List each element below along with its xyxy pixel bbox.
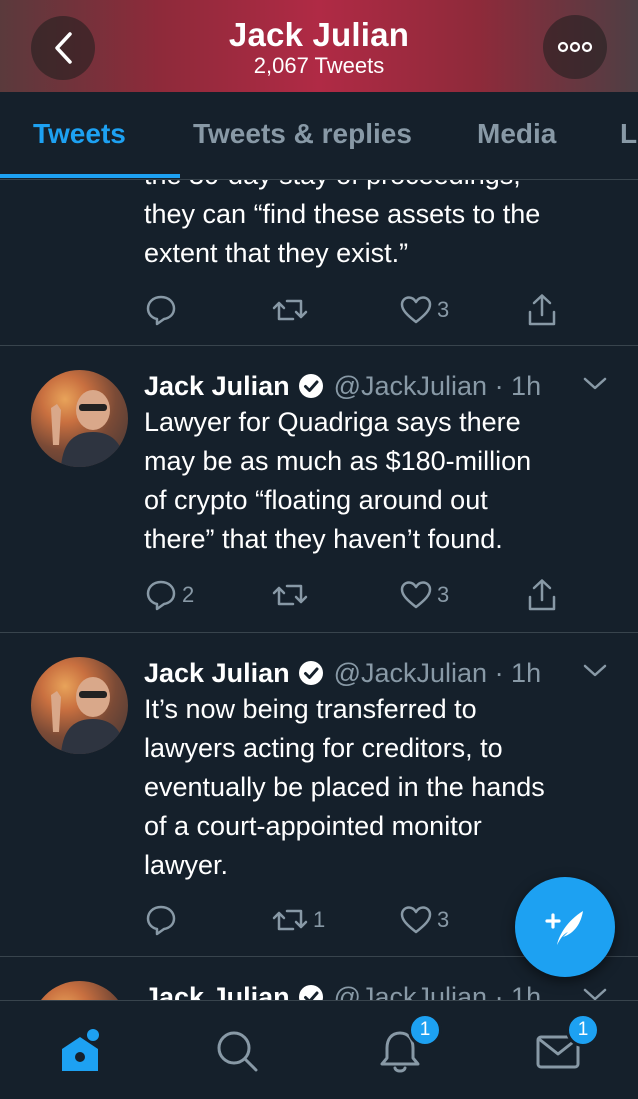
tweet-count: 2,067 Tweets [253, 53, 385, 78]
author-name[interactable]: Jack Julian [144, 371, 290, 402]
nav-home[interactable] [50, 1023, 110, 1079]
retweet-button[interactable] [271, 575, 313, 615]
share-icon [528, 294, 556, 326]
author-handle: @JackJulian · 1h [333, 370, 542, 401]
tab-likes[interactable]: Likes [620, 118, 638, 150]
tweet-header: Jack Julian @JackJulian · 1h [144, 977, 541, 1000]
author-name[interactable]: Jack Julian [144, 658, 290, 689]
like-button[interactable]: 3 [399, 900, 449, 940]
heart-icon [400, 906, 432, 934]
verified-icon [298, 984, 324, 1000]
compose-tweet-button[interactable] [515, 877, 615, 977]
compose-feather-icon [545, 911, 583, 945]
more-button[interactable] [543, 15, 607, 79]
tweet-header: Jack Julian @JackJulian · 1h [144, 653, 541, 693]
nav-search[interactable] [207, 1023, 267, 1079]
tweet-text: Lawyer for Quadriga says there may be as… [144, 407, 532, 554]
retweet-button[interactable] [271, 290, 313, 330]
share-button[interactable] [524, 290, 560, 330]
reply-icon [146, 905, 176, 936]
tab-tweets-replies[interactable]: Tweets & replies [193, 118, 412, 150]
heart-icon [400, 581, 432, 609]
author-handle: @JackJulian · 1h [333, 657, 542, 688]
author-handle: @JackJulian · 1h [333, 981, 542, 1001]
reply-icon [146, 580, 176, 611]
tweet-divider [0, 345, 638, 346]
tweet-text: the 30-day stay of proceedings, they can… [144, 180, 541, 268]
tweet-actions: 2 3 [144, 575, 624, 615]
retweet-icon [272, 299, 308, 321]
heart-icon [400, 296, 432, 324]
chevron-down-icon[interactable] [582, 376, 608, 392]
tweet-feed[interactable]: the 30-day stay of proceedings, they can… [0, 180, 638, 1000]
chevron-down-icon[interactable] [582, 987, 608, 1000]
reply-count: 2 [182, 582, 195, 607]
retweet-count: 1 [313, 907, 326, 932]
tab-media[interactable]: Media [477, 118, 556, 150]
messages-badge: 1 [566, 1013, 600, 1047]
avatar[interactable] [31, 370, 128, 467]
like-count: 3 [437, 297, 450, 322]
more-icon [557, 41, 593, 53]
profile-header: Jack Julian 2,067 Tweets [0, 0, 638, 92]
reply-icon [146, 295, 176, 326]
tweet-divider [0, 632, 638, 633]
tweet-header: Jack Julian @JackJulian · 1h [144, 366, 541, 406]
retweet-button[interactable]: 1 [271, 900, 325, 940]
share-icon [528, 579, 556, 611]
tweet[interactable]: Jack Julian @JackJulian · 1h [0, 977, 638, 1000]
profile-tabs: Tweets Tweets & replies Media Likes [0, 92, 638, 180]
tweet[interactable]: Jack Julian @JackJulian · 1h Lawyer for … [0, 366, 638, 632]
tab-tweets[interactable]: Tweets [33, 118, 126, 150]
avatar[interactable] [31, 657, 128, 754]
verified-icon [298, 660, 324, 686]
like-count: 3 [437, 582, 450, 607]
bottom-navigation: 1 1 [0, 1000, 638, 1099]
like-button[interactable]: 3 [399, 290, 449, 330]
reply-button[interactable] [144, 290, 182, 330]
share-button[interactable] [524, 575, 560, 615]
retweet-icon [272, 584, 308, 606]
search-icon [217, 1031, 258, 1072]
reply-button[interactable] [144, 900, 182, 940]
tweet-text: It’s now being transferred to lawyers ac… [144, 694, 545, 880]
home-icon [62, 1029, 99, 1071]
like-count: 3 [437, 907, 450, 932]
tweet-actions: 3 [144, 290, 624, 330]
reply-button[interactable]: 2 [144, 575, 194, 615]
chevron-down-icon[interactable] [582, 663, 608, 679]
verified-icon [298, 373, 324, 399]
notifications-badge: 1 [408, 1013, 442, 1047]
avatar[interactable] [31, 981, 128, 1000]
retweet-icon [272, 909, 308, 931]
active-tab-indicator [0, 174, 180, 178]
like-button[interactable]: 3 [399, 575, 449, 615]
author-name[interactable]: Jack Julian [144, 982, 290, 1001]
